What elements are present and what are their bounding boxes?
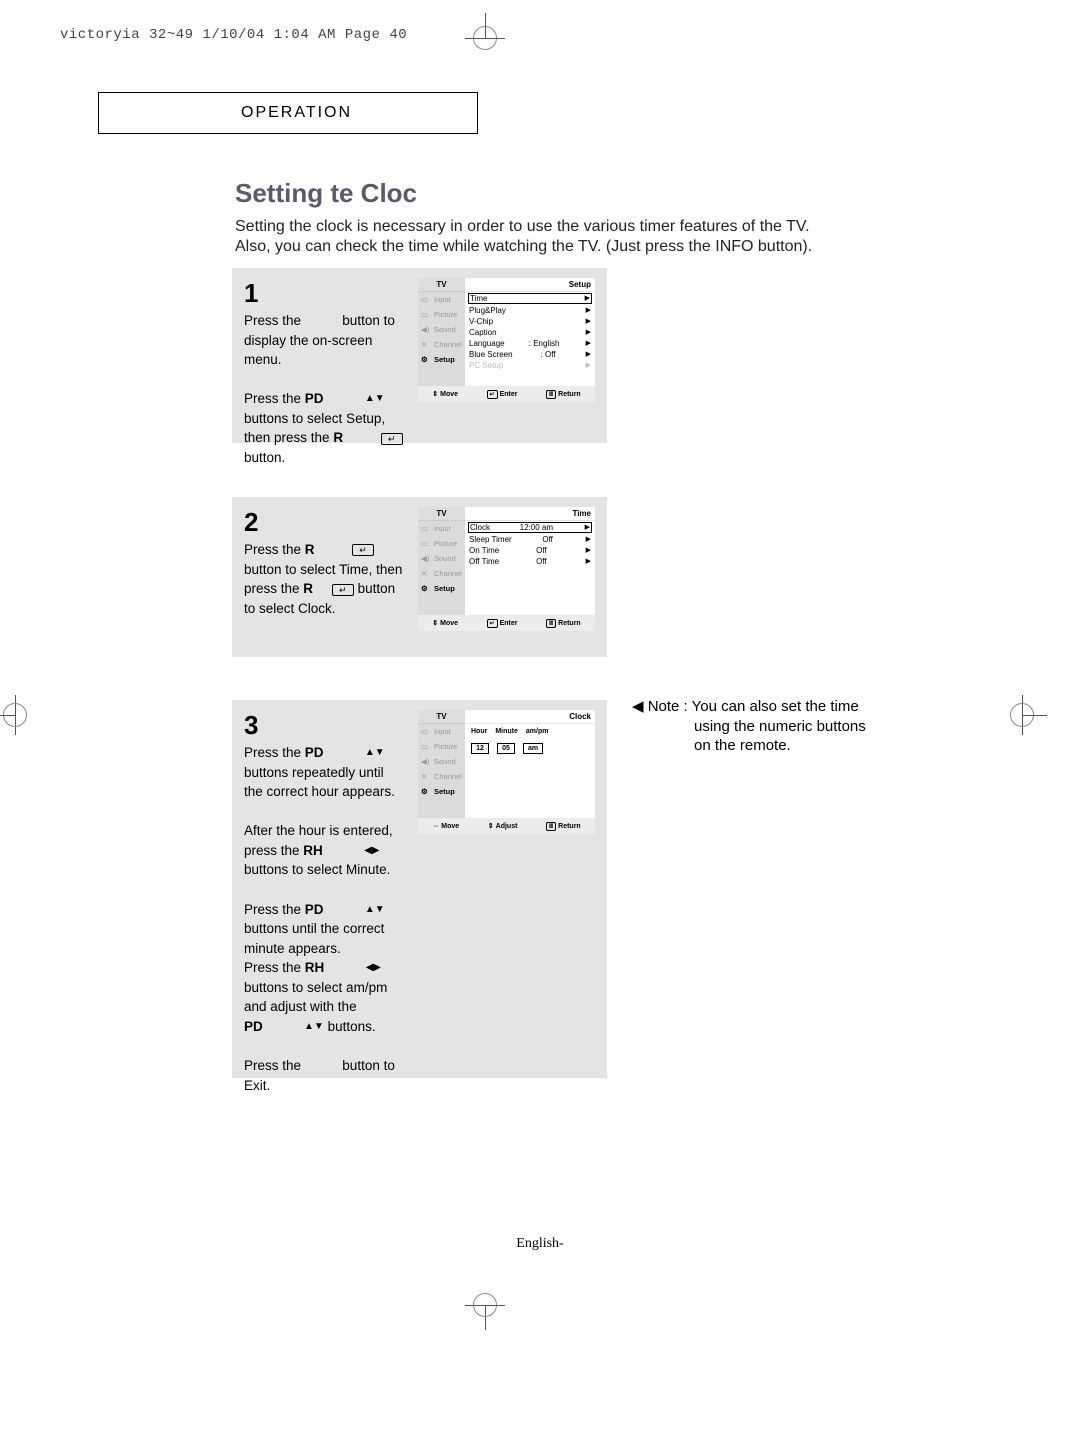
sidebar-input: ▭Input	[418, 292, 465, 307]
t: on the remote.	[694, 737, 791, 754]
row-ontime: On TimeOff▶	[465, 545, 595, 556]
enter-icon: ↵	[332, 584, 354, 596]
t: buttons to select Setup, then press the	[244, 411, 385, 446]
tv-osd-clock: TV ▭Input ▭Picture ◀)Sound ✕Channel ⚙Set…	[418, 710, 595, 834]
intro-text: Setting the clock is necessary in order …	[235, 217, 845, 257]
t: Press the	[244, 313, 301, 328]
row-language: Language: English▶	[465, 338, 595, 349]
sidebar-sound: ◀)Sound	[418, 322, 465, 337]
note-lead: ◀ Note :	[632, 698, 688, 715]
crop-mark	[0, 695, 35, 735]
step-3: 3 Press the PD ▲▼ buttons repeatedly unt…	[232, 700, 607, 1078]
panel-title: Clock	[465, 710, 595, 724]
enter-key-icon: ↵	[487, 619, 498, 628]
t: using the numeric buttons	[694, 718, 866, 735]
enter-icon: ↵	[352, 544, 374, 556]
clock-hour: 12	[471, 743, 489, 754]
osd-footer: ⇔ Move ⇕ Adjust Ⅲ Return	[418, 818, 595, 834]
channel-icon: ✕	[421, 340, 431, 349]
section-header-box: OPERATION	[98, 92, 478, 134]
leftright-icon: ◀▶	[364, 845, 379, 856]
t: You can also set the time	[692, 698, 859, 715]
t: Press the	[244, 391, 301, 406]
row-sleep: Sleep TimerOff▶	[465, 534, 595, 545]
t: button.	[244, 450, 285, 465]
step-1: 1 Press the button to display the on-scr…	[232, 268, 607, 443]
sidebar-picture: ▭Picture	[418, 307, 465, 322]
leftright-icon: ◀▶	[366, 962, 381, 973]
updown-icon: ▲▼	[365, 904, 385, 915]
row-clock: Clock12:00 am▶	[468, 522, 592, 533]
updown-icon: ▲▼	[365, 393, 385, 404]
setup-icon: ⚙	[421, 355, 431, 364]
side-note: ◀ Note : You can also set the time using…	[632, 697, 942, 756]
return-key-icon: Ⅲ	[546, 822, 556, 831]
clock-header-row: Hour Minute am/pm	[465, 724, 595, 739]
updown-icon: ▲▼	[304, 1021, 324, 1032]
page-footer: English-	[0, 1236, 1080, 1252]
panel-title: Time	[465, 507, 595, 521]
step-2: 2 Press the R ↵ button to select Time, t…	[232, 497, 607, 657]
clock-ampm: am	[523, 743, 543, 754]
step-text: Press the R ↵ button to select Time, the…	[244, 540, 404, 618]
row-plugplay: Plug&Play▶	[465, 305, 595, 316]
step-text: Press the button to display the on-scree…	[244, 311, 404, 468]
crop-mark	[465, 18, 505, 58]
updown-icon: ▲▼	[365, 747, 385, 758]
updown-icon: ⇕	[432, 390, 438, 398]
picture-icon: ▭	[421, 310, 431, 319]
updown-icon: ⇕	[488, 822, 494, 830]
tv-header: TV	[418, 507, 465, 521]
t: R	[303, 581, 313, 596]
t: Press the	[244, 542, 301, 557]
tv-osd-time: TV ▭Input ▭Picture ◀)Sound ✕Channel ⚙Set…	[418, 507, 595, 631]
tv-osd-setup: TV ▭Input ▭Picture ◀)Sound ✕Channel ⚙Set…	[418, 278, 595, 402]
leftright-icon: ⇔	[432, 823, 439, 830]
sidebar-channel: ✕Channel	[418, 337, 465, 352]
section-header: OPERATION	[241, 104, 352, 122]
return-key-icon: Ⅲ	[546, 390, 556, 399]
page-title: Setting te Cloc	[235, 178, 417, 209]
row-offtime: Off TimeOff▶	[465, 556, 595, 567]
panel-title: Setup	[465, 278, 595, 292]
row-caption: Caption▶	[465, 327, 595, 338]
row-bluescreen: Blue Screen: Off▶	[465, 349, 595, 360]
sidebar-setup: ⚙Setup	[418, 352, 465, 367]
crop-mark	[465, 1285, 505, 1325]
updown-icon: ⇕	[432, 619, 438, 627]
crop-mark	[1002, 695, 1042, 735]
return-key-icon: Ⅲ	[546, 619, 556, 628]
t: R	[305, 542, 315, 557]
row-vchip: V-Chip▶	[465, 316, 595, 327]
step-text: Press the PD ▲▼ buttons repeatedly until…	[244, 743, 404, 1095]
row-pcsetup: PC Setup▶	[465, 360, 595, 371]
row-time: Time▶	[468, 293, 592, 304]
enter-key-icon: ↵	[487, 390, 498, 399]
t: PD	[305, 391, 324, 406]
print-slug: victoryia 32~49 1/10/04 1:04 AM Page 40	[60, 27, 407, 43]
osd-footer: ⇕ Move ↵ Enter Ⅲ Return	[418, 615, 595, 631]
tv-header: TV	[418, 278, 465, 292]
clock-minute: 05	[497, 743, 515, 754]
input-icon: ▭	[421, 295, 431, 304]
enter-icon: ↵	[381, 433, 403, 445]
clock-value-row: 12 05 am	[465, 739, 595, 758]
osd-footer: ⇕ Move ↵ Enter Ⅲ Return	[418, 386, 595, 402]
tv-header: TV	[418, 710, 465, 724]
sound-icon: ◀)	[421, 325, 431, 334]
t: R	[333, 430, 343, 445]
